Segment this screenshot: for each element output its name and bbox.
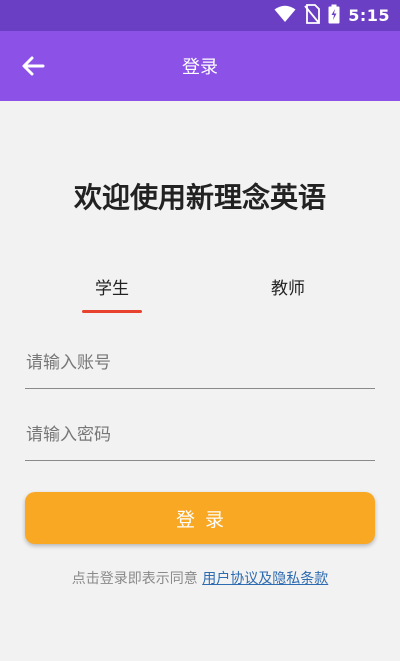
tab-selected-indicator (82, 310, 142, 313)
password-field (25, 409, 375, 461)
login-button[interactable]: 登录 (25, 492, 375, 544)
no-sim-icon (304, 3, 321, 28)
agreement-link[interactable]: 用户协议及隐私条款 (202, 571, 328, 587)
agreement-prefix: 点击登录即表示同意 (71, 571, 198, 587)
tab-student[interactable]: 学生 (52, 272, 172, 313)
page-title: 登录 (182, 57, 218, 78)
status-time: 5:15 (348, 6, 390, 25)
status-bar: 5:15 (0, 0, 400, 31)
role-tabs: 学生 教师 (0, 272, 400, 316)
account-input[interactable] (25, 337, 375, 388)
wifi-icon (274, 5, 296, 27)
toolbar: 登录 (0, 31, 400, 101)
battery-charging-icon (328, 4, 340, 28)
password-input[interactable] (25, 409, 375, 460)
welcome-title: 欢迎使用新理念英语 (73, 181, 326, 214)
arrow-left-icon[interactable] (18, 53, 48, 79)
tab-student-label: 学生 (95, 279, 129, 299)
account-field (25, 337, 375, 389)
agreement-text: 点击登录即表示同意 用户协议及隐私条款 (0, 568, 400, 588)
tab-teacher-label: 教师 (271, 279, 305, 299)
tab-teacher[interactable]: 教师 (228, 272, 348, 312)
